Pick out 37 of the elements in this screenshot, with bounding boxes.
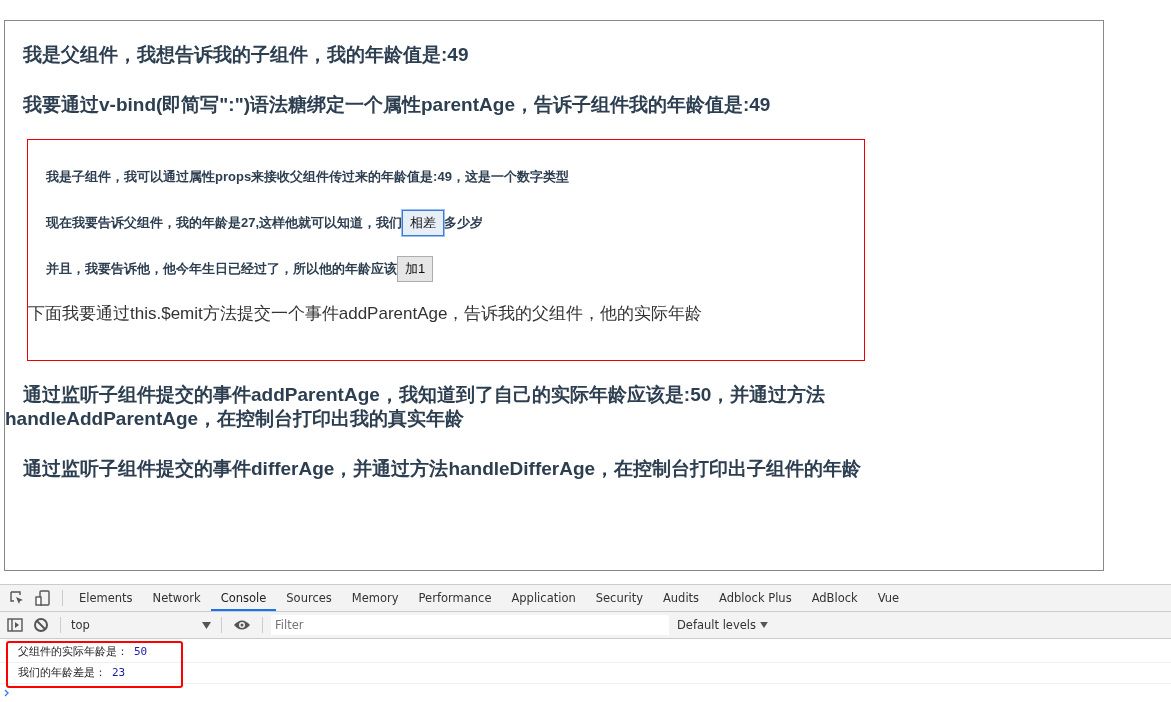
devtools-tab[interactable]: Audits	[652, 585, 710, 611]
devtools-tab[interactable]: Network	[142, 585, 211, 611]
devtools-tab[interactable]: Sources	[276, 585, 342, 611]
devtools-tab[interactable]: Performance	[408, 585, 502, 611]
devtools-tab[interactable]: Application	[501, 585, 586, 611]
devtools-tab[interactable]: AdBlock	[801, 585, 868, 611]
devtools-tab[interactable]: Vue	[867, 585, 910, 611]
console-value: 50	[134, 645, 148, 658]
dropdown-arrow-icon	[760, 622, 768, 628]
heading-text: 通过监听子组件提交的事件addParentAge，我知道到了自己的实际年龄应该是:50，并通过方法handleAddParentAge，在控制台打印出我的真实年龄	[5, 383, 827, 431]
body-text: 现在我要告诉父组件，我的年龄是27,这样他就可以知道，我们	[46, 214, 403, 232]
body-text: 我是子组件，我可以通过属性props来接收父组件传过来的年龄值是:49，这是一个数字类型	[46, 168, 569, 186]
clear-console-icon[interactable]	[33, 617, 49, 633]
action-button[interactable]: 相差	[402, 210, 445, 236]
prompt-chevron-icon	[4, 689, 10, 697]
body-text: 并且，我要告诉他，他今年生日已经过了，所以他的年龄应该	[46, 260, 397, 278]
context-select[interactable]: top	[67, 618, 215, 632]
devtools-tab[interactable]: Adblock Plus	[709, 585, 802, 611]
console-message: 我们的年龄差是：	[18, 666, 106, 679]
heading-text: 我是父组件，我想告诉我的子组件，我的年龄值是:49	[23, 43, 470, 67]
filter-field[interactable]: Filter	[271, 615, 669, 635]
console-value: 23	[112, 666, 126, 679]
devtools-tab[interactable]: Elements	[69, 585, 143, 611]
heading-text: 我要通过v-bind(即简写":")语法糖绑定一个属性parentAge，告诉子组件我的年龄值是:49	[23, 93, 772, 117]
inspect-icon[interactable]	[9, 590, 25, 606]
sidebar-toggle-icon[interactable]	[7, 618, 23, 632]
device-icon[interactable]	[35, 590, 51, 606]
console-message: 父组件的实际年龄是：	[18, 645, 128, 658]
action-button[interactable]: 加1	[397, 256, 434, 282]
devtools-tab[interactable]: Security	[585, 585, 653, 611]
body-text: 下面我要通过this.$emit方法提交一个事件addParentAge，告诉我的父组件，他的实际年龄	[28, 302, 703, 325]
body-text: 多少岁	[444, 214, 484, 232]
heading-text: 通过监听子组件提交的事件differAge，并通过方法handleDifferAge，在控制台打印出子组件的年龄	[22, 457, 863, 481]
devtools-tab[interactable]: Memory	[341, 585, 409, 611]
dropdown-arrow-icon	[202, 621, 211, 629]
eye-icon[interactable]	[233, 619, 251, 631]
levels-dropdown[interactable]: Default levels	[677, 618, 768, 632]
